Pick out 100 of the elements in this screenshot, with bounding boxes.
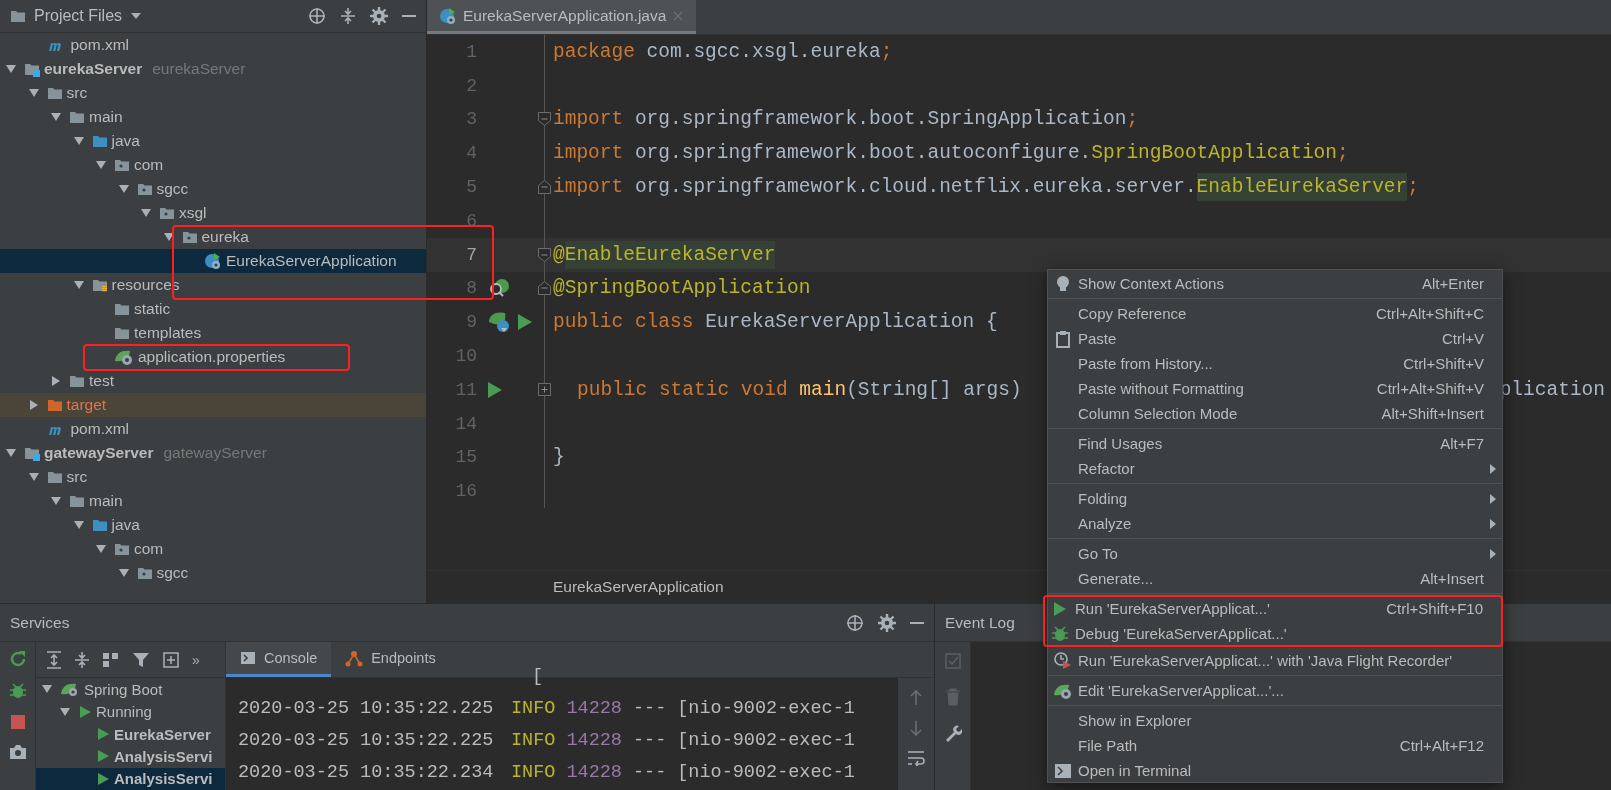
menu-item[interactable]: Refactor — [1048, 457, 1502, 480]
panel-title[interactable]: Project Files — [34, 7, 123, 25]
tree-item[interactable]: templates — [0, 321, 426, 345]
code-line: @EnableEurekaServer — [553, 240, 776, 269]
menu-item[interactable]: Show Context Actions Alt+Enter — [1048, 272, 1502, 295]
expanded-arrow-icon[interactable] — [95, 159, 107, 171]
tree-item[interactable]: sgcc — [0, 177, 426, 201]
tree-item[interactable]: gatewayServer gatewayServer — [0, 441, 426, 465]
expanded-arrow-icon[interactable] — [59, 705, 71, 718]
code-line: import org.springframework.boot.autoconfigure.SpringBootApplication; — [553, 141, 1349, 167]
spring-class-icon — [439, 6, 457, 25]
expanded-arrow-icon[interactable] — [95, 543, 107, 555]
tree-item[interactable]: EurekaServerApplication — [0, 249, 426, 273]
tree-item[interactable]: com — [0, 537, 426, 561]
expanded-arrow-icon[interactable] — [117, 567, 130, 579]
expanded-arrow-icon[interactable] — [117, 183, 130, 195]
module-icon — [24, 445, 40, 461]
menu-item[interactable]: Debug 'EurekaServerApplicat...' — [1045, 622, 1501, 645]
folder-icon — [69, 109, 85, 125]
tree-item[interactable]: java — [0, 129, 426, 153]
stop-icon — [9, 714, 26, 730]
menu-item[interactable]: Find Usages Alt+F7 — [1048, 432, 1502, 455]
tree-item[interactable]: pom.xml — [0, 417, 426, 441]
tree-item[interactable]: eurekaServer eurekaServer — [0, 57, 426, 81]
expanded-arrow-icon[interactable] — [72, 135, 85, 147]
fold-icon[interactable] — [537, 112, 552, 127]
run-icon — [487, 380, 503, 399]
menu-item[interactable]: Edit 'EurekaServerApplicat...'... — [1048, 679, 1502, 702]
service-item[interactable]: Running — [36, 700, 225, 723]
overflow-button[interactable]: » — [192, 651, 200, 668]
fold-icon[interactable] — [537, 247, 552, 263]
expanded-arrow-icon[interactable] — [27, 87, 40, 99]
submenu-arrow-icon — [1489, 547, 1497, 560]
folder-icon — [10, 8, 26, 24]
tree-item[interactable]: xsgl — [0, 201, 426, 225]
clipboard-icon — [1056, 329, 1070, 348]
service-item[interactable]: AnalysisServi — [36, 745, 225, 768]
line-number: 3 — [465, 109, 477, 130]
expanded-arrow-icon[interactable] — [72, 519, 85, 531]
fold-icon[interactable] — [537, 179, 552, 195]
expanded-arrow-icon[interactable] — [162, 231, 175, 243]
menu-item[interactable]: Analyze — [1048, 512, 1502, 535]
code-line: } — [553, 445, 565, 471]
tree-item[interactable]: application.properties — [0, 345, 426, 369]
menu-item[interactable]: File Path Ctrl+Alt+F12 — [1048, 734, 1502, 757]
folder-icon — [46, 469, 63, 485]
tree-item[interactable]: test — [0, 369, 426, 393]
service-item[interactable]: AnalysisServi — [36, 767, 225, 790]
tree-item[interactable]: main — [0, 489, 426, 513]
tree-item[interactable]: eureka — [0, 225, 426, 249]
tree-item[interactable]: static — [0, 297, 426, 321]
console-line: 2020-03-25 10:35:22.225 INFO 14228 --- [nio-9002-exec-1 — [238, 728, 856, 753]
collapsed-arrow-icon[interactable] — [27, 399, 40, 411]
menu-item[interactable]: Paste from History... Ctrl+Shift+V — [1048, 352, 1502, 375]
breadcrumb[interactable]: EurekaServerApplication — [553, 578, 724, 596]
tree-item[interactable]: sgcc — [0, 561, 426, 585]
menu-item[interactable]: Column Selection Mode Alt+Shift+Insert — [1048, 402, 1502, 425]
menu-item[interactable]: Run 'EurekaServerApplicat...' Ctrl+Shift+F10 — [1045, 597, 1501, 620]
line-number: 9 — [465, 312, 477, 333]
tree-item[interactable]: src — [0, 81, 426, 105]
tree-item[interactable]: java — [0, 513, 426, 537]
expanded-arrow-icon[interactable] — [5, 63, 17, 75]
console-tab[interactable]: Console — [226, 642, 332, 677]
code-line: @SpringBootApplication — [553, 276, 811, 302]
menu-item[interactable]: Paste without Formatting Ctrl+Alt+Shift+V — [1048, 377, 1502, 400]
menu-item[interactable]: Folding — [1048, 487, 1502, 510]
menu-item[interactable]: Paste Ctrl+V — [1048, 327, 1502, 350]
tree-item[interactable]: pom.xml — [0, 33, 426, 57]
package-icon — [136, 565, 153, 581]
service-item[interactable]: Spring Boot — [36, 678, 225, 701]
tree-item[interactable]: com — [0, 153, 426, 177]
editor-tab[interactable]: EurekaServerApplication.java — [427, 0, 697, 34]
tree-item[interactable]: target — [0, 393, 426, 417]
expand-fold-icon[interactable] — [537, 382, 552, 398]
collapsed-arrow-icon[interactable] — [50, 375, 62, 387]
console-icon — [240, 650, 256, 666]
line-number: 15 — [454, 447, 477, 468]
console-line: 2020-03-25 10:35:22.225 INFO 14228 --- [nio-9002-exec-1 — [238, 696, 856, 721]
menu-item[interactable]: Copy Reference Ctrl+Alt+Shift+C — [1048, 302, 1502, 325]
tree-item[interactable]: src — [0, 465, 426, 489]
expanded-arrow-icon[interactable] — [27, 471, 40, 483]
menu-item[interactable]: Go To — [1048, 542, 1502, 565]
service-item[interactable]: EurekaServer — [36, 722, 225, 746]
menu-item[interactable]: Show in Explorer — [1048, 709, 1502, 732]
expanded-arrow-icon[interactable] — [50, 495, 62, 507]
expanded-arrow-icon[interactable] — [5, 447, 17, 459]
tree-item[interactable]: main — [0, 105, 426, 129]
fold-icon[interactable] — [537, 280, 552, 296]
endpoints-icon — [345, 649, 364, 667]
down-arrow-icon — [908, 720, 924, 736]
console-tab[interactable]: Endpoints — [331, 642, 450, 677]
menu-item[interactable]: Open in Terminal — [1048, 759, 1502, 782]
expanded-arrow-icon[interactable] — [72, 279, 85, 291]
close-icon — [672, 9, 685, 22]
menu-item[interactable]: Run 'EurekaServerApplicat...' with 'Java Flight Recorder' — [1048, 649, 1502, 672]
menu-item[interactable]: Generate... Alt+Insert — [1048, 567, 1502, 590]
folder-icon — [46, 85, 63, 101]
expanded-arrow-icon[interactable] — [50, 111, 62, 123]
spring-icon — [60, 681, 80, 698]
expanded-arrow-icon[interactable] — [140, 207, 152, 219]
